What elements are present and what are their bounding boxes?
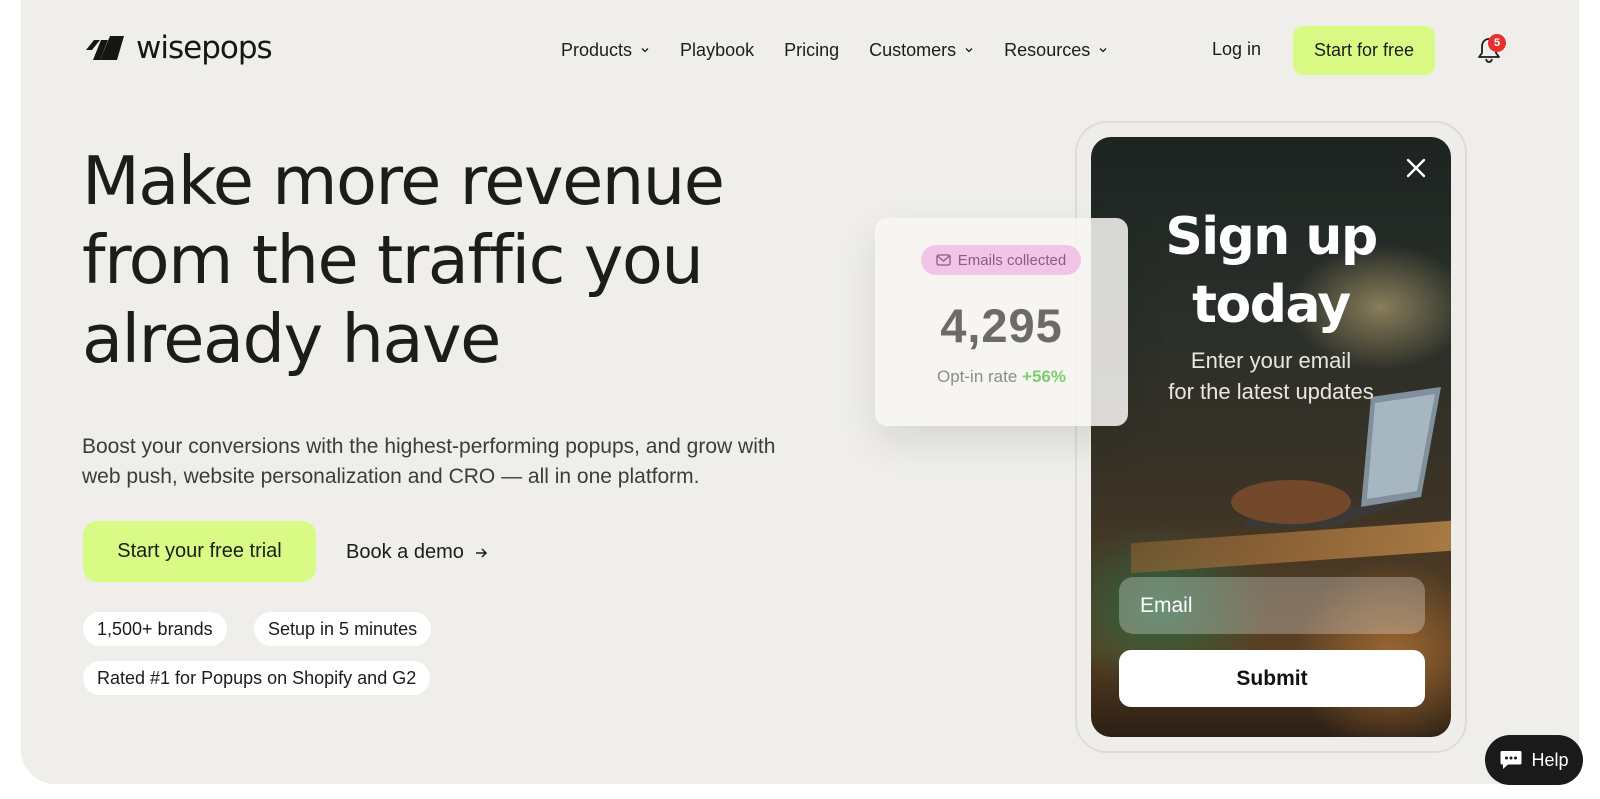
book-demo-link[interactable]: Book a demo [346, 541, 488, 564]
nav-item-resources[interactable]: Resources [1004, 40, 1108, 61]
chevron-down-icon [965, 48, 973, 53]
nav-item-pricing[interactable]: Pricing [784, 40, 839, 61]
nav-item-label: Resources [1004, 39, 1091, 60]
wisepops-logo-icon [86, 36, 124, 60]
popup-subtitle: Enter your email for the latest updates [1091, 345, 1451, 407]
main-nav: Products Playbook Pricing Customers Reso… [561, 37, 1138, 63]
opt-in-rate-value: +56% [1022, 367, 1066, 386]
hero-title-line: already have [82, 300, 501, 378]
rating-badge: Rated #1 for Popups on Shopify and G2 [83, 661, 431, 695]
start-free-trial-button[interactable]: Start your free trial [83, 521, 316, 582]
nav-item-customers[interactable]: Customers [869, 40, 974, 61]
emails-collected-label: Emails collected [957, 251, 1067, 269]
opt-in-rate-label: Opt-in rate [937, 367, 1023, 386]
popup-title-line: Sign up [1165, 207, 1378, 267]
brand-name: wisepops [136, 30, 273, 66]
arrow-right-icon [475, 547, 487, 558]
start-for-free-button[interactable]: Start for free [1293, 26, 1435, 75]
chat-icon [1500, 751, 1522, 769]
mail-icon [936, 254, 951, 266]
submit-button[interactable]: Submit [1119, 650, 1425, 707]
nav-item-label: Playbook [680, 39, 755, 60]
login-link[interactable]: Log in [1212, 39, 1261, 60]
chevron-down-icon [641, 48, 649, 53]
close-icon[interactable] [1403, 155, 1429, 181]
hero-title-line: Make more revenue [82, 142, 725, 220]
emails-collected-value: 4,295 [940, 299, 1063, 352]
brand-logo[interactable]: wisepops [86, 30, 273, 66]
emails-collected-card: Emails collected 4,295 Opt-in rate +56% [875, 218, 1128, 426]
chevron-down-icon [1099, 48, 1107, 53]
hero-title-line: from the traffic you [82, 221, 704, 299]
hero-title: Make more revenue from the traffic you a… [82, 142, 782, 379]
emails-collected-chip: Emails collected [921, 245, 1081, 275]
popup-subtitle-line: Enter your email [1190, 348, 1352, 373]
popup-preview: Sign up today Enter your email for the l… [1091, 137, 1451, 737]
help-label: Help [1531, 749, 1569, 770]
nav-item-products[interactable]: Products [561, 40, 650, 61]
hero-subtitle: Boost your conversions with the highest-… [82, 435, 776, 488]
notification-badge: 5 [1488, 34, 1506, 52]
popup-title: Sign up today [1091, 203, 1451, 339]
email-input[interactable] [1119, 577, 1425, 634]
setup-time-badge: Setup in 5 minutes [254, 612, 432, 646]
opt-in-rate: Opt-in rate +56% [875, 367, 1128, 387]
help-chat-button[interactable]: Help [1485, 735, 1583, 785]
popup-subtitle-line: for the latest updates [1168, 379, 1374, 404]
book-demo-label: Book a demo [346, 541, 464, 563]
nav-item-label: Products [561, 39, 633, 60]
nav-item-label: Pricing [784, 39, 840, 60]
popup-title-line: today [1192, 275, 1351, 335]
laptop-photo [1231, 387, 1441, 527]
brands-badge: 1,500+ brands [83, 612, 227, 646]
nav-item-label: Customers [869, 39, 957, 60]
nav-item-playbook[interactable]: Playbook [680, 40, 754, 61]
